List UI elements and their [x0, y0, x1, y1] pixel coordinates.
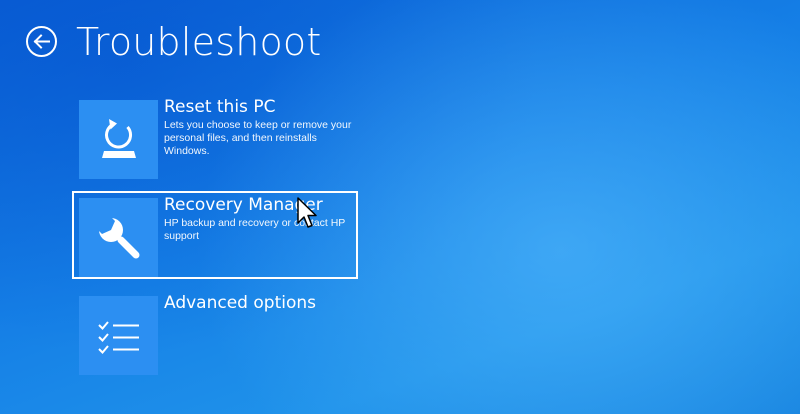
back-button[interactable]: [26, 26, 57, 57]
wrench-icon: [94, 213, 139, 258]
option-description: HP backup and recovery or contact HP sup…: [164, 217, 346, 242]
option-title: Reset this PC: [164, 97, 276, 117]
advanced-options-option[interactable]: Advanced options: [72, 289, 358, 377]
option-tile: [79, 100, 158, 179]
checklist-icon: [97, 320, 139, 354]
recovery-manager-option[interactable]: Recovery Manager HP backup and recovery …: [72, 191, 358, 279]
option-title: Advanced options: [164, 293, 316, 313]
option-title: Recovery Manager: [164, 195, 323, 215]
option-tile: [79, 296, 158, 375]
option-tile: [79, 198, 158, 277]
page-title: Troubleshoot: [76, 20, 322, 64]
back-arrow-icon: [33, 34, 50, 49]
option-description: Lets you choose to keep or remove your p…: [164, 119, 352, 157]
reset-pc-icon: [101, 118, 136, 158]
reset-pc-option[interactable]: Reset this PC Lets you choose to keep or…: [72, 93, 358, 181]
